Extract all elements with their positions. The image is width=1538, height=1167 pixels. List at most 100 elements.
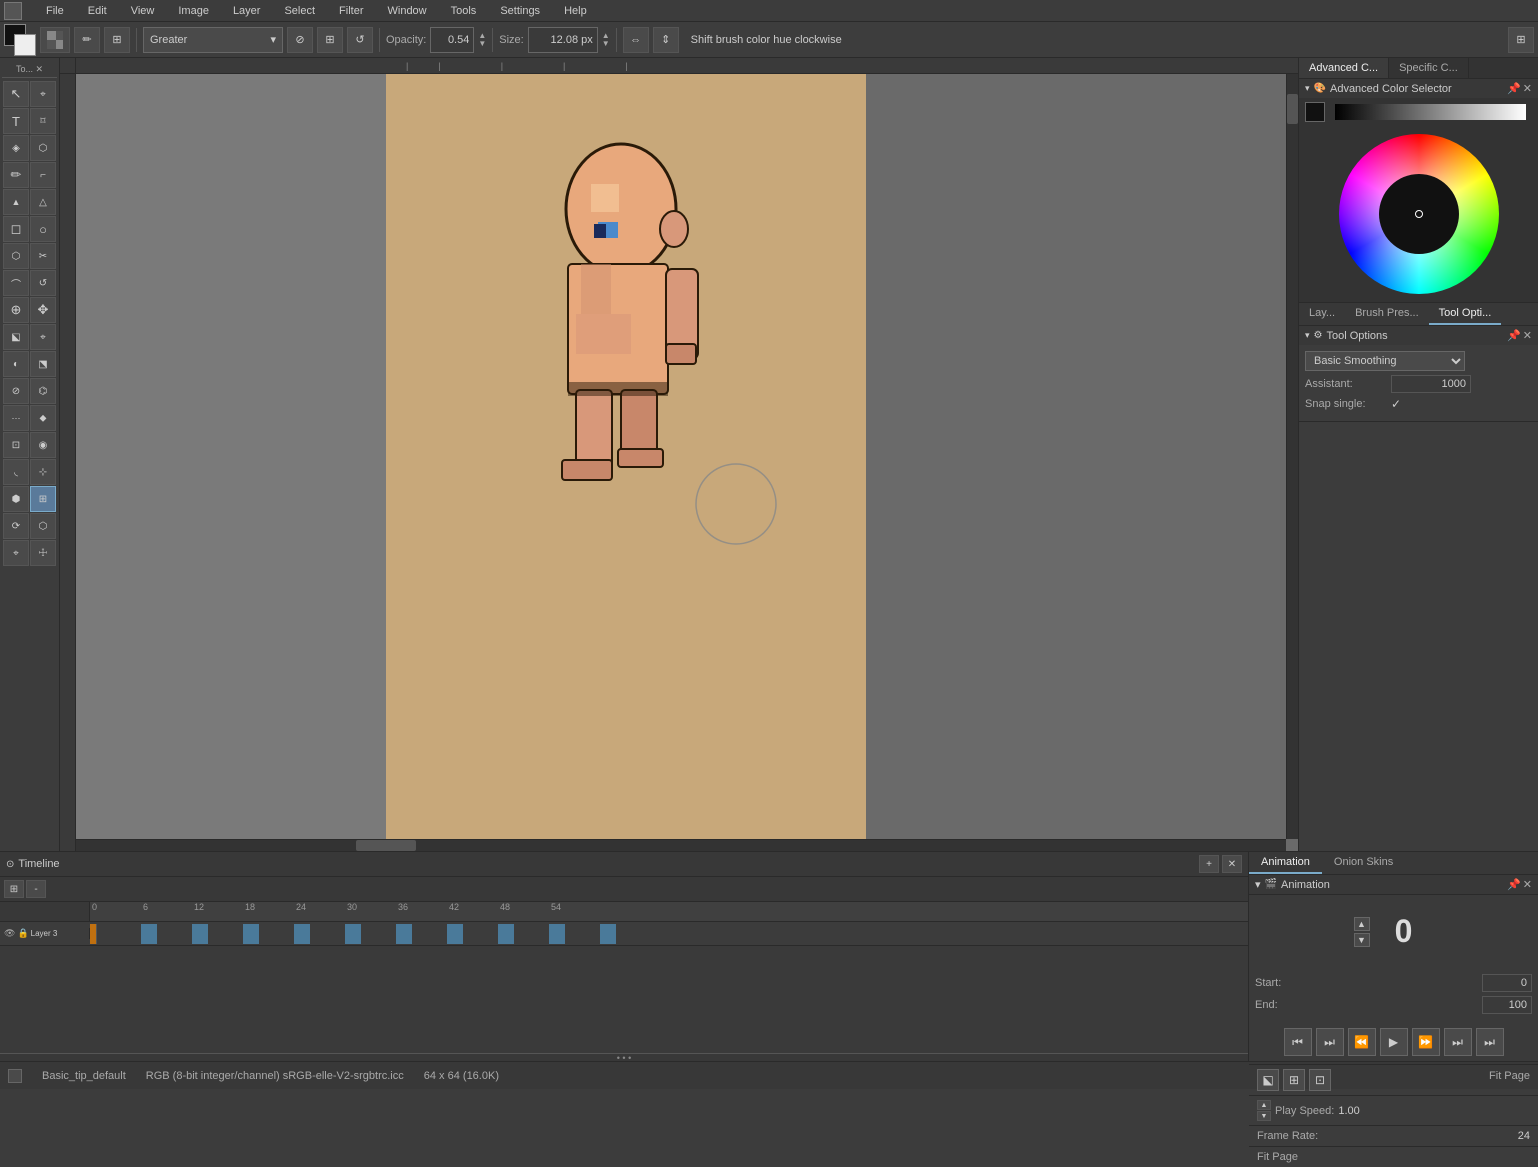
color-wheel-container[interactable]: [1299, 126, 1538, 302]
collapse-arrow[interactable]: ▾: [1305, 83, 1310, 94]
tool-align[interactable]: ⬕: [3, 324, 29, 350]
canvas-area[interactable]: [76, 74, 1298, 851]
tl-new-frame[interactable]: ⊞: [4, 880, 24, 898]
frame-7[interactable]: [447, 924, 463, 944]
anim-btn-2[interactable]: ⊞: [1283, 1069, 1305, 1091]
tool-levels[interactable]: ⋯: [3, 405, 29, 431]
pin-tool-icon[interactable]: 📌: [1507, 329, 1521, 342]
tool-clone[interactable]: ⌑: [30, 108, 56, 134]
speed-up[interactable]: ▲: [1257, 1100, 1271, 1110]
transport-next-key[interactable]: ⏭: [1444, 1028, 1472, 1056]
tool-bucket-fill[interactable]: ⬔: [30, 351, 56, 377]
frame-down[interactable]: ▼: [1354, 933, 1370, 947]
frame-9[interactable]: [549, 924, 565, 944]
tool-iscissors[interactable]: ↺: [30, 270, 56, 296]
start-input[interactable]: [1482, 974, 1532, 992]
hscroll-thumb[interactable]: [356, 840, 416, 851]
transport-next[interactable]: ⏩: [1412, 1028, 1440, 1056]
transport-last[interactable]: ⏭: [1476, 1028, 1504, 1056]
snap-single-check[interactable]: ✓: [1391, 397, 1401, 411]
menu-select[interactable]: Select: [278, 3, 321, 19]
tool-ellipse-select[interactable]: ○: [30, 216, 56, 242]
tool-free-select[interactable]: ⬡: [3, 243, 29, 269]
hscrollbar[interactable]: [76, 839, 1286, 851]
pin-icon[interactable]: 📌: [1507, 82, 1521, 95]
anim-btn-3[interactable]: ⊡: [1309, 1069, 1331, 1091]
anim-tab-animation[interactable]: Animation: [1249, 852, 1322, 874]
opacity-stepper[interactable]: ▲ ▼: [478, 32, 486, 48]
tab-advanced-color[interactable]: Advanced C...: [1299, 58, 1389, 78]
timeline-add-btn[interactable]: +: [1199, 855, 1219, 873]
tool-flip[interactable]: ⊹: [30, 459, 56, 485]
menu-tools[interactable]: Tools: [445, 3, 483, 19]
end-input[interactable]: [1482, 996, 1532, 1014]
tool-extra1[interactable]: ⟳: [3, 513, 29, 539]
menu-help[interactable]: Help: [558, 3, 593, 19]
tool-rect-select[interactable]: ◻: [3, 216, 29, 242]
frame-8[interactable]: [498, 924, 514, 944]
close-color-icon[interactable]: ✕: [1523, 82, 1532, 95]
assistant-input[interactable]: [1391, 375, 1471, 393]
layer-lock-icon[interactable]: 🔒: [17, 928, 28, 939]
align-btn[interactable]: ⊞: [317, 27, 343, 53]
canvas[interactable]: [386, 74, 866, 851]
pick-color-btn[interactable]: ✏: [74, 27, 100, 53]
tool-warp[interactable]: ◉: [30, 432, 56, 458]
tool-airbrush[interactable]: ▲: [3, 189, 29, 215]
tl-delete-frame[interactable]: -: [26, 880, 46, 898]
brush-mode-dropdown[interactable]: Greater ▾: [143, 27, 283, 53]
anim-tab-onion[interactable]: Onion Skins: [1322, 852, 1405, 874]
tool-perspective[interactable]: ⬢: [3, 486, 29, 512]
menu-window[interactable]: Window: [382, 3, 433, 19]
expand-btn[interactable]: ⊞: [1508, 27, 1534, 53]
menu-file[interactable]: File: [40, 3, 70, 19]
color-wheel[interactable]: [1339, 134, 1499, 294]
smoothing-select[interactable]: Basic Smoothing None Weighted: [1305, 351, 1465, 371]
speed-down[interactable]: ▼: [1257, 1111, 1271, 1121]
size-stepper[interactable]: ▲ ▼: [602, 32, 610, 48]
transport-prev[interactable]: ⏪: [1348, 1028, 1376, 1056]
menu-layer[interactable]: Layer: [227, 3, 267, 19]
mirror-h-btn[interactable]: ⇔: [623, 27, 649, 53]
close-tool-icon[interactable]: ✕: [1523, 329, 1532, 342]
tool-zoom[interactable]: ⊕: [3, 297, 29, 323]
tool-cage[interactable]: ◟: [3, 459, 29, 485]
erase-btn[interactable]: ⊘: [287, 27, 313, 53]
menu-settings[interactable]: Settings: [494, 3, 546, 19]
anim-btn-1[interactable]: ⬕: [1257, 1069, 1279, 1091]
tool-heal[interactable]: ◈: [3, 135, 29, 161]
reset-btn[interactable]: ↺: [347, 27, 373, 53]
frame-first[interactable]: [90, 924, 97, 944]
tool-threshold[interactable]: ⬥: [30, 405, 56, 431]
anim-close-icon[interactable]: ✕: [1523, 878, 1532, 891]
tool-measure[interactable]: ⌖: [30, 324, 56, 350]
timeline-resize-handle[interactable]: • • •: [0, 1053, 1248, 1061]
opacity-input[interactable]: [430, 27, 474, 53]
color-swatches[interactable]: [4, 24, 36, 56]
menu-view[interactable]: View: [125, 3, 161, 19]
anim-collapse-arrow[interactable]: ▾: [1255, 878, 1261, 891]
menu-filter[interactable]: Filter: [333, 3, 369, 19]
tool-scissors[interactable]: ✂: [30, 243, 56, 269]
frame-5[interactable]: [345, 924, 361, 944]
size-input[interactable]: [528, 27, 598, 53]
transport-prev-key[interactable]: ⏭: [1316, 1028, 1344, 1056]
tool-blend[interactable]: ⊘: [3, 378, 29, 404]
frame-up[interactable]: ▲: [1354, 917, 1370, 931]
checkerboard-btn[interactable]: [40, 27, 70, 53]
tool-paint[interactable]: ⊞: [30, 486, 56, 512]
frame-stepper[interactable]: ▲ ▼: [1354, 917, 1370, 947]
tab-specific-color[interactable]: Specific C...: [1389, 58, 1469, 78]
mirror-v-btn[interactable]: ⇕: [653, 27, 679, 53]
tool-color-picker[interactable]: ◐: [3, 351, 29, 377]
tool-select-rect[interactable]: ↖: [3, 81, 29, 107]
frame-3[interactable]: [243, 924, 259, 944]
sub-tab-layers[interactable]: Lay...: [1299, 303, 1345, 325]
tool-ruler[interactable]: ⌖: [3, 540, 29, 566]
tool-text[interactable]: T: [3, 108, 29, 134]
tool-curves[interactable]: ⌬: [30, 378, 56, 404]
frame-10[interactable]: [600, 924, 616, 944]
tool-ink[interactable]: ⌐: [30, 162, 56, 188]
sub-tab-tool[interactable]: Tool Opti...: [1429, 303, 1502, 325]
color-swatch-dark[interactable]: [1305, 102, 1325, 122]
